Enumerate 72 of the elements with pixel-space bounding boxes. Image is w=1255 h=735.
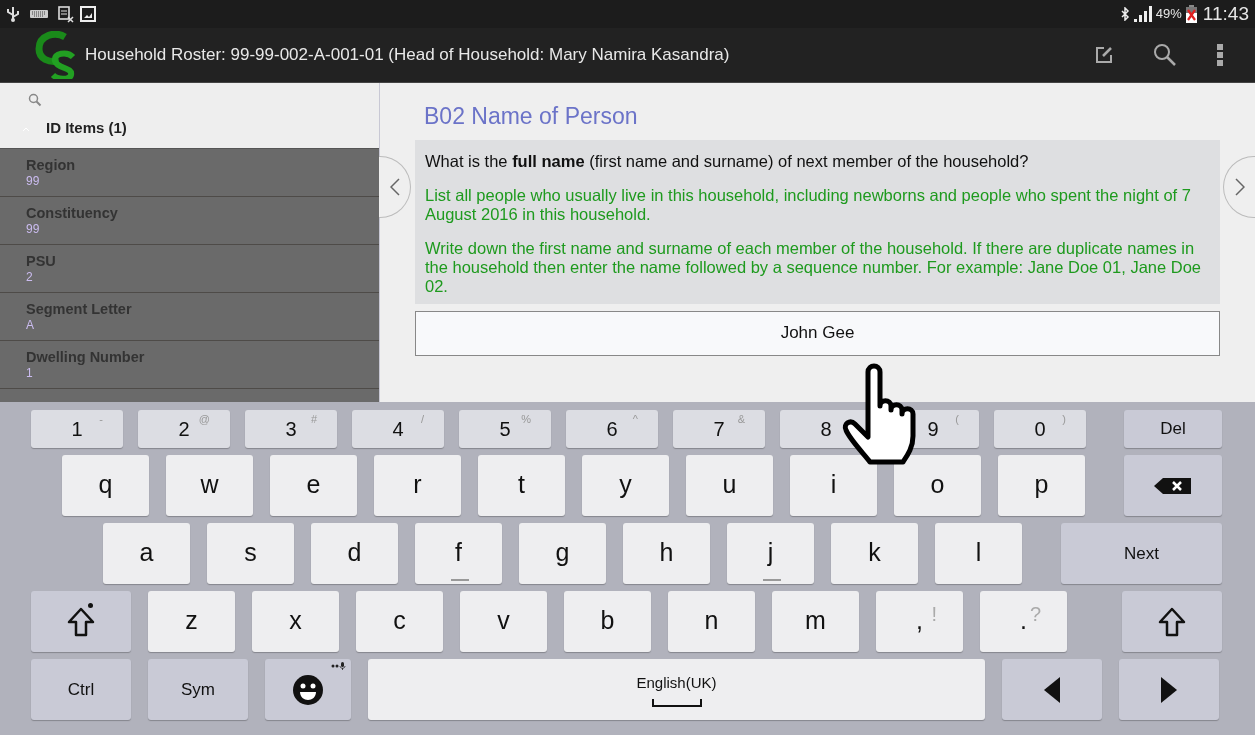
key[interactable]: Sym: [148, 659, 248, 720]
bluetooth-icon: [1119, 7, 1130, 21]
answer-field[interactable]: John Gee: [415, 310, 1220, 356]
key[interactable]: a: [103, 523, 190, 584]
key[interactable]: c: [356, 591, 443, 652]
key[interactable]: v: [460, 591, 547, 652]
key[interactable]: x: [252, 591, 339, 652]
key[interactable]: .?: [980, 591, 1067, 652]
key[interactable]: 1 -: [31, 410, 123, 448]
key[interactable]: w: [166, 455, 253, 516]
key[interactable]: i: [790, 455, 877, 516]
battery-warning-icon: [1185, 5, 1197, 23]
key[interactable]: 2 @: [138, 410, 230, 448]
clock-time: 11:43: [1202, 1, 1249, 26]
key[interactable]: h: [623, 523, 710, 584]
key[interactable]: , !: [876, 591, 963, 652]
question-prompt: What is the full name (first name and surname) of next member of the household?: [425, 151, 1030, 171]
key[interactable]: b: [564, 591, 651, 652]
chevron-right-icon: [1234, 178, 1245, 196]
keyboard-icon: [30, 9, 48, 19]
question-title: B02 Name of Person: [423, 102, 639, 131]
group-header[interactable]: ID Items (1): [46, 117, 127, 140]
shift-icon[interactable]: [31, 591, 131, 652]
battery-percent: 49%: [1155, 5, 1182, 24]
backspace-icon[interactable]: [1124, 455, 1222, 516]
document-x-icon: [58, 5, 74, 23]
key[interactable]: k: [831, 523, 918, 584]
key[interactable]: Del: [1124, 410, 1222, 448]
key[interactable]: 4 /: [352, 410, 444, 448]
key[interactable]: q: [62, 455, 149, 516]
field-value: 99: [26, 174, 40, 188]
usb-icon: [6, 6, 20, 22]
field-value: 2: [26, 270, 33, 284]
key[interactable]: d: [311, 523, 398, 584]
smiley-icon[interactable]: [265, 659, 351, 720]
signal-icon: [1133, 6, 1152, 22]
key[interactable]: Next: [1061, 523, 1222, 584]
key[interactable]: j: [727, 523, 814, 584]
key[interactable]: r: [374, 455, 461, 516]
key[interactable]: e: [270, 455, 357, 516]
key[interactable]: l: [935, 523, 1022, 584]
instruction-text: Write down the first name and surname of each member of the household. If there are duplicate names in the household then enter the name followed by a sequence number. For example: Jane Doe 01, Jane Doe 02.: [425, 238, 1202, 296]
key[interactable]: 3 #: [245, 410, 337, 448]
search-icon[interactable]: [1153, 43, 1177, 67]
search-icon[interactable]: [28, 93, 42, 107]
picture-icon: [80, 6, 96, 22]
key[interactable]: 0 ): [994, 410, 1086, 448]
key[interactable]: t: [478, 455, 565, 516]
chevron-left-icon: [389, 178, 400, 196]
space-key[interactable]: English(UK): [368, 659, 985, 720]
key[interactable]: g: [519, 523, 606, 584]
shift-icon[interactable]: [1122, 591, 1222, 652]
field-value: 99: [26, 222, 40, 236]
instruction-text: List all people who usually live in this household, including newborns and people who spent the night of 7 August 2016 in this household.: [425, 185, 1192, 224]
key[interactable]: p: [998, 455, 1085, 516]
key[interactable]: f: [415, 523, 502, 584]
key[interactable]: 7 &: [673, 410, 765, 448]
more-menu-icon[interactable]: [1217, 44, 1223, 66]
key[interactable]: o: [894, 455, 981, 516]
key[interactable]: n: [668, 591, 755, 652]
key[interactable]: s: [207, 523, 294, 584]
field-value: 1: [26, 366, 33, 380]
key[interactable]: u: [686, 455, 773, 516]
edit-icon[interactable]: [1095, 46, 1113, 64]
key[interactable]: m: [772, 591, 859, 652]
field-value: A: [26, 318, 34, 332]
key[interactable]: y: [582, 455, 669, 516]
key[interactable]: Ctrl: [31, 659, 131, 720]
key[interactable]: 5 %: [459, 410, 551, 448]
key[interactable]: z: [148, 591, 235, 652]
key[interactable]: 6 ^: [566, 410, 658, 448]
screen-title: Household Roster: 99-99-002-A-001-01 (Head of Household: Mary Namira Kasandra): [85, 44, 730, 67]
